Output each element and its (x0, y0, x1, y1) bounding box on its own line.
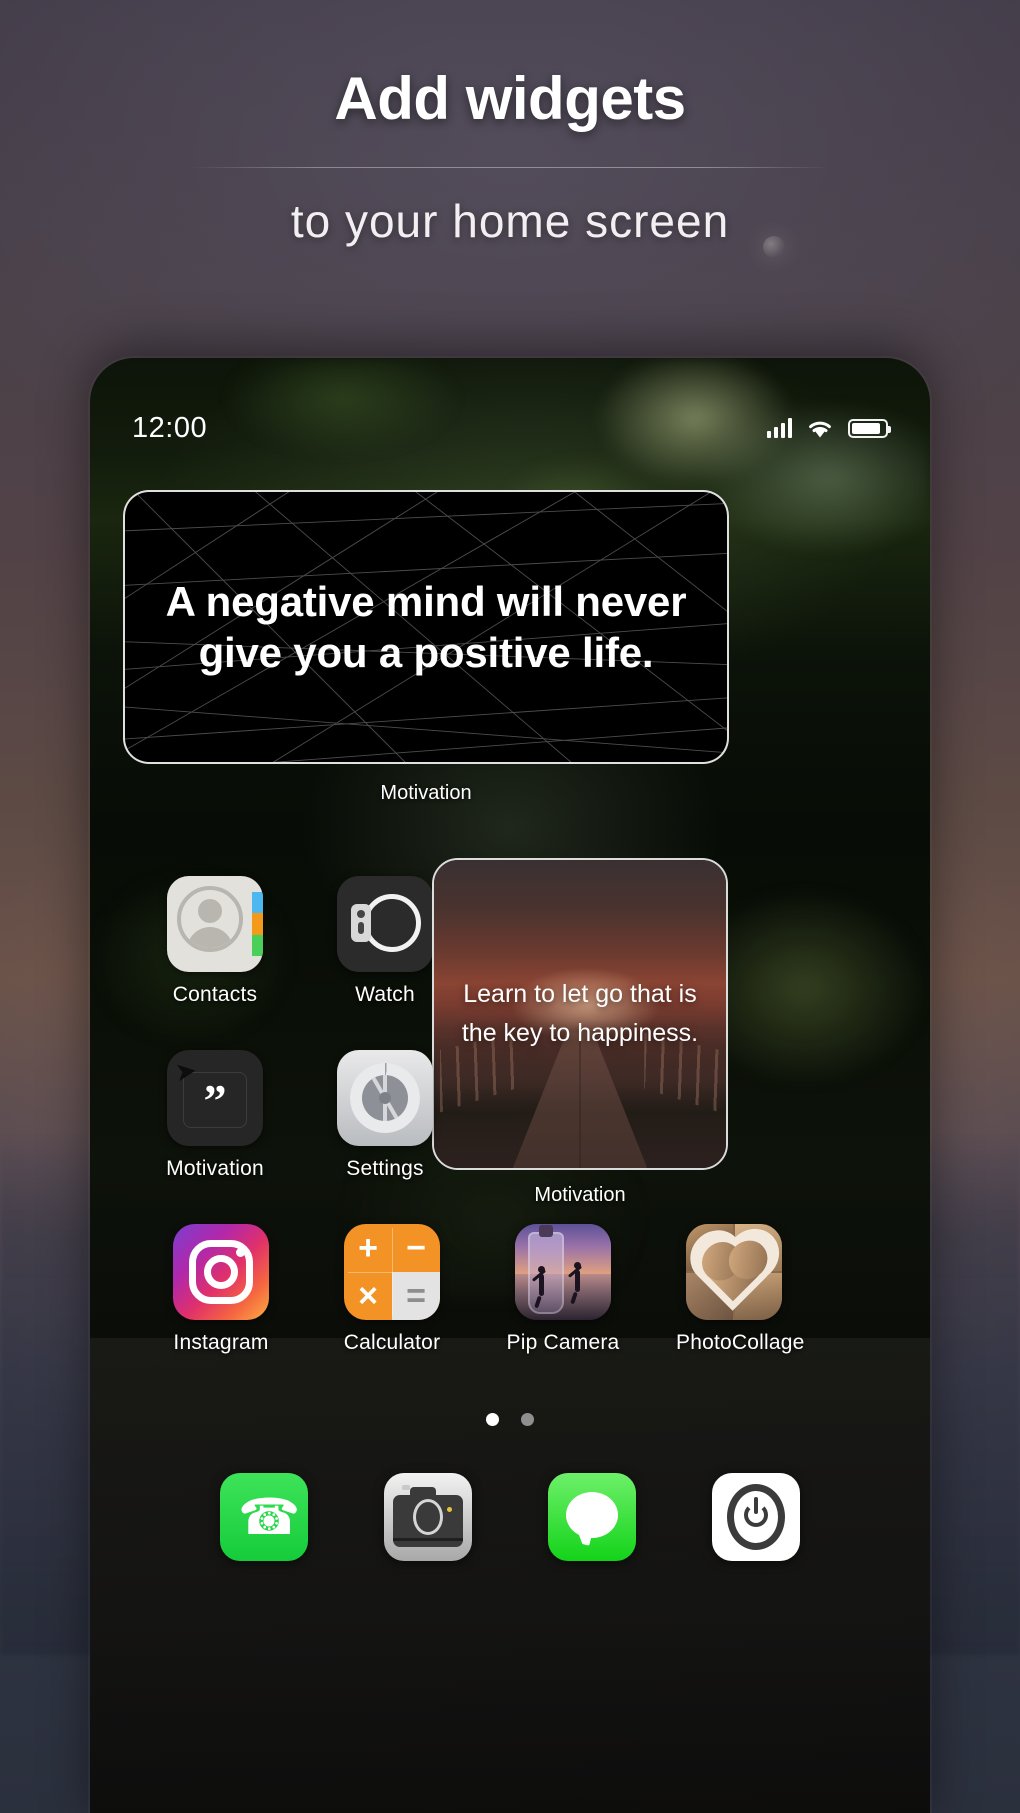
phone-icon[interactable]: ☎ (220, 1473, 308, 1561)
app-label: Instagram (173, 1331, 269, 1354)
photocollage-icon (686, 1224, 782, 1320)
app-contacts[interactable]: Contacts (157, 876, 273, 1007)
battery-icon (848, 418, 891, 438)
contacts-avatar-icon (177, 886, 243, 952)
status-bar: 12:00 (90, 406, 930, 450)
app-calculator[interactable]: + − × = Calculator (334, 1224, 450, 1355)
divider (190, 167, 830, 168)
page-indicator[interactable] (90, 1413, 930, 1426)
calc-equals: = (392, 1272, 440, 1320)
phone-mockup: 12:00 A negative mind will never give yo… (90, 358, 930, 1813)
signal-bars-icon (767, 418, 792, 438)
contacts-icon (167, 876, 263, 972)
page-dot-active[interactable] (486, 1413, 499, 1426)
quote-widget-large[interactable]: A negative mind will never give you a po… (123, 490, 729, 764)
app-label: PhotoCollage (676, 1331, 805, 1354)
motivation-quote-icon: ➤ ” (167, 1050, 263, 1146)
instagram-icon (173, 1224, 269, 1320)
app-motivation[interactable]: ➤ ” Motivation (157, 1050, 273, 1181)
app-label: Pip Camera (506, 1331, 620, 1354)
app-settings[interactable]: Settings (327, 1050, 443, 1181)
quote-widget-large-label: Motivation (380, 782, 472, 804)
status-indicators (767, 418, 891, 439)
photo-widget-text: Learn to let go that is the key to happi… (461, 980, 699, 1047)
app-label: Calculator (343, 1331, 441, 1354)
page-subtitle: to your home screen (290, 195, 730, 247)
app-label: Contacts (172, 983, 258, 1006)
app-pip-camera[interactable]: Pip Camera (505, 1224, 621, 1355)
calc-times: × (358, 1276, 378, 1315)
camera-icon[interactable] (384, 1473, 472, 1561)
page-title: Add widgets (334, 65, 686, 132)
promo-header: Add widgets to your home screen (0, 64, 1020, 248)
messages-icon[interactable] (548, 1473, 636, 1561)
calculator-icon: + − × = (344, 1224, 440, 1320)
app-label: Motivation (166, 1157, 264, 1180)
pip-camera-icon (515, 1224, 611, 1320)
quote-widget-text: A negative mind will never give you a po… (165, 577, 687, 676)
status-time: 12:00 (132, 411, 208, 444)
quote-widget-photo-label: Motivation (534, 1184, 626, 1206)
dock: ☎ (90, 1473, 930, 1561)
app-label: Settings (346, 1157, 424, 1180)
quote-mark-icon: ” (203, 1075, 227, 1126)
power-icon[interactable] (712, 1473, 800, 1561)
app-label: Watch (355, 983, 415, 1006)
watch-icon (337, 876, 433, 972)
calc-minus: − (406, 1228, 426, 1267)
app-instagram[interactable]: Instagram (163, 1224, 279, 1355)
app-watch[interactable]: Watch (327, 876, 443, 1007)
wallpaper-rails (90, 1338, 930, 1813)
page-dot[interactable] (521, 1413, 534, 1426)
settings-gear-icon (337, 1050, 433, 1146)
app-photocollage[interactable]: PhotoCollage (676, 1224, 805, 1355)
quote-widget-photo[interactable]: Learn to let go that is the key to happi… (432, 858, 728, 1170)
calc-plus: + (358, 1228, 378, 1267)
wifi-icon (809, 421, 831, 437)
